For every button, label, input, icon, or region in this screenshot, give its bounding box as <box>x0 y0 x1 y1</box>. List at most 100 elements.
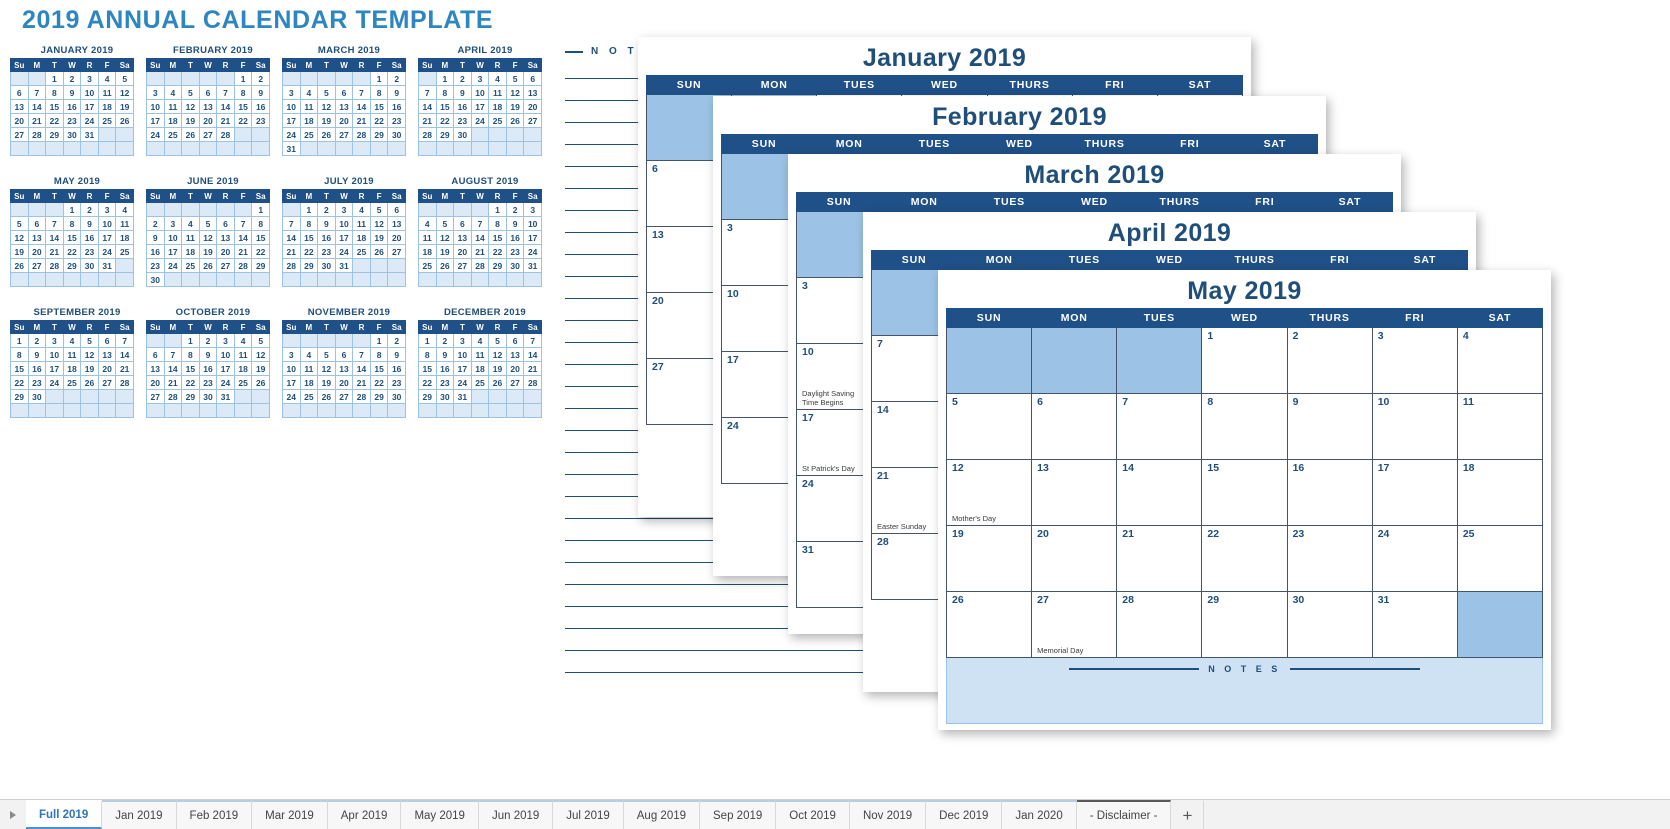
mini-day-cell[interactable]: 10 <box>453 347 472 362</box>
mini-day-cell[interactable]: 8 <box>369 347 389 362</box>
mini-day-cell[interactable]: 1 <box>233 71 253 86</box>
mini-day-cell[interactable]: 3 <box>453 333 472 348</box>
mini-day-cell[interactable]: 14 <box>163 361 183 376</box>
mini-day-cell-empty[interactable] <box>198 141 218 156</box>
mini-day-cell[interactable]: 11 <box>233 347 253 362</box>
mini-day-cell[interactable]: 19 <box>251 361 270 376</box>
mini-day-cell-empty[interactable] <box>163 333 183 348</box>
mini-day-cell[interactable]: 20 <box>146 375 165 390</box>
mini-day-cell[interactable]: 4 <box>163 85 183 100</box>
mini-day-cell-empty[interactable] <box>163 71 183 86</box>
mini-day-cell[interactable]: 15 <box>45 99 64 114</box>
mini-day-cell[interactable]: 28 <box>27 127 47 142</box>
mini-day-cell-empty[interactable] <box>97 272 117 287</box>
mini-day-cell[interactable]: 7 <box>45 216 64 231</box>
mini-day-cell[interactable]: 30 <box>387 127 406 142</box>
mini-day-cell[interactable]: 16 <box>317 230 336 245</box>
mini-day-cell[interactable]: 5 <box>198 216 218 231</box>
mini-day-cell[interactable]: 7 <box>282 216 301 231</box>
mini-day-cell[interactable]: 19 <box>317 113 336 128</box>
mini-day-cell[interactable]: 29 <box>299 258 319 273</box>
mini-day-cell-empty[interactable] <box>505 127 525 142</box>
mini-day-cell[interactable]: 10 <box>282 99 301 114</box>
mini-day-cell[interactable]: 19 <box>181 113 200 128</box>
mini-day-cell[interactable]: 5 <box>251 333 270 348</box>
mini-day-cell[interactable]: 13 <box>97 347 117 362</box>
mini-day-cell-empty[interactable] <box>299 71 319 86</box>
mini-day-cell[interactable]: 11 <box>181 230 200 245</box>
mini-day-cell-empty[interactable] <box>369 141 389 156</box>
mini-calendar[interactable]: DECEMBER 2019 Su M T W R F Sa 1 2 3 4 5 6 7 8 9 10 11 12 13 1… <box>418 307 552 418</box>
mini-day-cell-empty[interactable] <box>418 202 437 217</box>
mini-day-cell-empty[interactable] <box>198 403 218 418</box>
calendar-day-cell[interactable]: 15 <box>1201 459 1288 526</box>
mini-day-cell-empty[interactable] <box>216 71 235 86</box>
mini-day-cell[interactable]: 28 <box>352 389 371 404</box>
mini-day-cell[interactable]: 3 <box>163 216 183 231</box>
mini-day-cell[interactable]: 13 <box>27 230 47 245</box>
mini-day-cell[interactable]: 18 <box>181 244 200 259</box>
mini-day-cell[interactable]: 12 <box>181 99 200 114</box>
mini-day-cell[interactable]: 1 <box>435 71 455 86</box>
mini-day-cell[interactable]: 5 <box>181 85 200 100</box>
mini-day-cell-empty[interactable] <box>523 403 542 418</box>
mini-day-cell[interactable]: 2 <box>387 333 406 348</box>
mini-day-cell[interactable]: 4 <box>299 347 319 362</box>
mini-day-cell-empty[interactable] <box>435 403 455 418</box>
mini-day-cell[interactable]: 14 <box>27 99 47 114</box>
mini-day-cell[interactable]: 7 <box>233 216 253 231</box>
mini-day-cell[interactable]: 15 <box>435 99 455 114</box>
mini-day-cell[interactable]: 28 <box>45 258 64 273</box>
mini-day-cell-empty[interactable] <box>418 272 437 287</box>
mini-day-cell[interactable]: 2 <box>317 202 336 217</box>
mini-day-cell[interactable]: 13 <box>334 361 354 376</box>
mini-day-cell[interactable]: 7 <box>352 347 371 362</box>
mini-day-cell-empty[interactable] <box>352 141 371 156</box>
mini-day-cell-empty[interactable] <box>216 403 235 418</box>
mini-day-cell[interactable]: 17 <box>45 361 64 376</box>
mini-day-cell[interactable]: 8 <box>418 347 437 362</box>
mini-day-cell-empty[interactable] <box>282 403 301 418</box>
mini-day-cell[interactable]: 23 <box>27 375 47 390</box>
calendar-day-cell[interactable]: 21 <box>1116 525 1203 592</box>
mini-day-cell[interactable]: 1 <box>62 202 82 217</box>
mini-day-cell[interactable]: 29 <box>45 127 64 142</box>
mini-day-cell[interactable]: 31 <box>216 389 235 404</box>
mini-day-cell[interactable]: 9 <box>387 85 406 100</box>
mini-day-cell[interactable]: 15 <box>181 361 200 376</box>
mini-day-cell[interactable]: 19 <box>317 375 336 390</box>
mini-day-cell[interactable]: 27 <box>97 375 117 390</box>
mini-day-cell[interactable]: 30 <box>146 272 165 287</box>
mini-day-cell-empty[interactable] <box>352 333 371 348</box>
mini-day-cell-empty[interactable] <box>488 389 507 404</box>
mini-day-cell-empty[interactable] <box>163 202 183 217</box>
mini-day-cell-empty[interactable] <box>181 403 200 418</box>
mini-day-cell[interactable]: 12 <box>80 347 99 362</box>
mini-day-cell-empty[interactable] <box>334 333 354 348</box>
mini-day-cell[interactable]: 12 <box>369 216 389 231</box>
mini-day-cell-empty[interactable] <box>488 127 507 142</box>
mini-day-cell[interactable]: 22 <box>369 375 389 390</box>
mini-day-cell-empty[interactable] <box>216 141 235 156</box>
mini-day-cell[interactable]: 21 <box>115 361 134 376</box>
mini-day-cell-empty[interactable] <box>80 272 99 287</box>
mini-day-cell[interactable]: 13 <box>505 347 525 362</box>
mini-day-cell[interactable]: 31 <box>282 141 301 156</box>
mini-day-cell-empty[interactable] <box>115 258 134 273</box>
calendar-day-cell[interactable]: 2 <box>1286 327 1373 394</box>
mini-day-cell[interactable]: 3 <box>216 333 235 348</box>
mini-day-cell[interactable]: 11 <box>115 216 134 231</box>
mini-day-cell[interactable]: 30 <box>27 389 47 404</box>
mini-day-cell-empty[interactable] <box>453 141 472 156</box>
sheet-tab-apr-2019[interactable]: Apr 2019 <box>327 800 402 829</box>
mini-day-cell[interactable]: 5 <box>10 216 29 231</box>
mini-day-cell-empty[interactable] <box>299 333 319 348</box>
add-sheet-button[interactable]: + <box>1171 800 1205 829</box>
mini-day-cell-empty[interactable] <box>62 403 82 418</box>
mini-day-cell[interactable]: 14 <box>523 347 542 362</box>
mini-day-cell[interactable]: 23 <box>198 375 218 390</box>
mini-day-cell-empty[interactable] <box>334 71 354 86</box>
mini-day-cell-empty[interactable] <box>27 272 47 287</box>
mini-day-cell[interactable]: 24 <box>45 375 64 390</box>
mini-day-cell[interactable]: 21 <box>523 361 542 376</box>
